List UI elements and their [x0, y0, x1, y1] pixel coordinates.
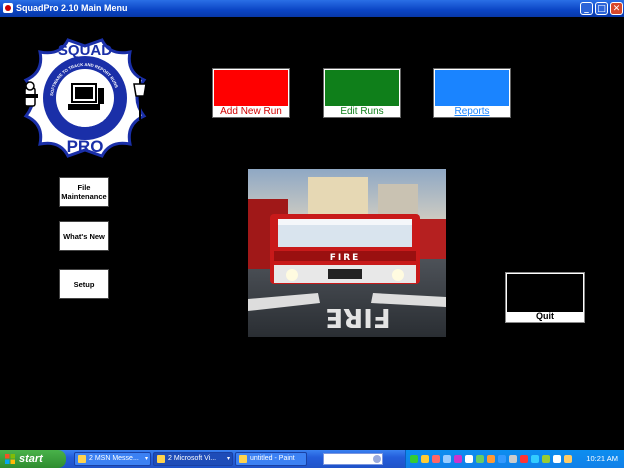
add-new-run-label: Add New Run — [220, 106, 282, 117]
tray-icon[interactable] — [531, 455, 539, 463]
tray-icon[interactable] — [432, 455, 440, 463]
setup-button[interactable]: Setup — [59, 269, 109, 299]
paint-icon — [239, 455, 247, 463]
tray-icon[interactable] — [476, 455, 484, 463]
edit-runs-button[interactable]: Edit Runs — [323, 68, 401, 118]
quit-button[interactable]: Quit — [505, 272, 585, 323]
system-tray: 10:21 AM — [405, 450, 624, 468]
window-app-icon[interactable] — [3, 3, 13, 13]
taskbar-item-label: 2 MSN Messe... — [89, 455, 139, 462]
tray-icon[interactable] — [509, 455, 517, 463]
quit-swatch — [507, 274, 583, 312]
maximize-button[interactable]: □ — [595, 2, 608, 15]
minimize-icon: _ — [584, 4, 589, 14]
taskbar-item-label: 2 Microsoft Vi... — [168, 455, 217, 462]
tray-icon[interactable] — [487, 455, 495, 463]
tray-icon[interactable] — [421, 455, 429, 463]
tray-icon[interactable] — [498, 455, 506, 463]
start-label: start — [19, 453, 43, 465]
reports-label: Reports — [454, 106, 490, 117]
tray-icon[interactable] — [564, 455, 572, 463]
tray-icon[interactable] — [410, 455, 418, 463]
chevron-down-icon: ▾ — [144, 456, 148, 462]
fire-truck-photo: FIRE FIRE — [248, 169, 446, 337]
quit-label: Quit — [536, 311, 554, 321]
edit-runs-label: Edit Runs — [340, 106, 384, 117]
go-icon[interactable] — [373, 455, 381, 463]
edit-runs-swatch — [325, 70, 399, 106]
reports-swatch — [435, 70, 509, 106]
address-bar-input[interactable] — [323, 453, 383, 465]
title-bar: SquadPro 2.10 Main Menu _ □ ✕ — [0, 0, 624, 17]
taskbar: start 2 MSN Messe... ▾ 2 Microsoft Vi...… — [0, 450, 624, 468]
truck-fire-text: FIRE — [330, 253, 361, 263]
app-icon — [157, 455, 165, 463]
setup-label: Setup — [73, 279, 95, 289]
tray-icon[interactable] — [454, 455, 462, 463]
whats-new-label: What's New — [63, 231, 105, 241]
tray-icon[interactable] — [553, 455, 561, 463]
taskbar-item-microsoft[interactable]: 2 Microsoft Vi... ▾ — [153, 452, 233, 466]
tray-icon[interactable] — [520, 455, 528, 463]
squadpro-logo: SQUAD PRO SOFTWARE TO TRACK AND REPORT R… — [22, 38, 147, 158]
windows-flag-icon — [5, 454, 15, 464]
maximize-icon: □ — [597, 4, 606, 14]
chevron-down-icon: ▾ — [226, 456, 230, 462]
taskbar-item-msn[interactable]: 2 MSN Messe... ▾ — [74, 452, 151, 466]
msn-icon — [78, 455, 86, 463]
tray-icon[interactable] — [542, 455, 550, 463]
taskbar-item-label: untitled - Paint — [250, 455, 295, 462]
add-new-run-swatch — [214, 70, 288, 106]
logo-top-text: SQUAD — [58, 42, 112, 59]
tray-icon[interactable] — [465, 455, 473, 463]
window-title: SquadPro 2.10 Main Menu — [16, 3, 128, 13]
close-icon: ✕ — [612, 4, 621, 14]
clock: 10:21 AM — [586, 454, 618, 463]
close-button[interactable]: ✕ — [610, 2, 623, 15]
road-fire-text: FIRE — [325, 302, 390, 332]
tray-icon[interactable] — [443, 455, 451, 463]
taskbar-item-paint[interactable]: untitled - Paint — [235, 452, 307, 466]
reports-button[interactable]: Reports — [433, 68, 511, 118]
file-maintenance-button[interactable]: File Maintenance — [59, 177, 109, 207]
logo-bottom-text: PRO — [67, 137, 104, 156]
minimize-button[interactable]: _ — [580, 2, 593, 15]
file-maintenance-label-1: File — [77, 183, 91, 192]
whats-new-button[interactable]: What's New — [59, 221, 109, 251]
file-maintenance-label-2: Maintenance — [61, 192, 107, 201]
start-button[interactable]: start — [0, 450, 66, 468]
add-new-run-button[interactable]: Add New Run — [212, 68, 290, 118]
